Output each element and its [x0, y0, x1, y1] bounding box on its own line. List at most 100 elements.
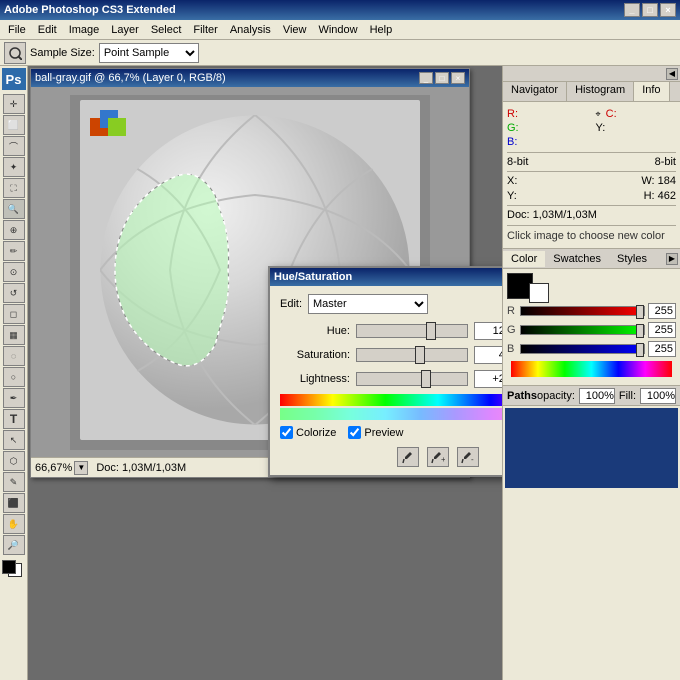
close-button[interactable]: ×	[660, 3, 676, 17]
maximize-button[interactable]: □	[642, 3, 658, 17]
eyedropper-icon[interactable]	[397, 447, 419, 467]
hue-slider-thumb[interactable]	[426, 322, 436, 340]
b-slider-thumb[interactable]	[636, 343, 644, 357]
tool-dodge[interactable]: ○	[3, 367, 25, 387]
fg-color-swatch[interactable]	[2, 560, 16, 574]
menu-image[interactable]: Image	[63, 22, 106, 38]
tool-3d[interactable]: ⬛	[3, 493, 25, 513]
minimize-button[interactable]: _	[624, 3, 640, 17]
preview-checkbox[interactable]	[348, 426, 361, 439]
menu-select[interactable]: Select	[145, 22, 188, 38]
tool-hand[interactable]: ✋	[3, 514, 25, 534]
fg-bg-colors[interactable]	[2, 560, 26, 582]
tool-crop[interactable]: ⛶	[3, 178, 25, 198]
r-slider-thumb[interactable]	[636, 305, 644, 319]
hue-edit-select[interactable]: Master	[308, 294, 428, 314]
tool-spot-heal[interactable]: ⊕	[3, 220, 25, 240]
menu-view[interactable]: View	[277, 22, 313, 38]
tool-brush[interactable]: ✏	[3, 241, 25, 261]
tool-pen[interactable]: ✒	[3, 388, 25, 408]
tool-gradient[interactable]: ▦	[3, 325, 25, 345]
tool-type[interactable]: T	[3, 409, 25, 429]
menu-edit[interactable]: Edit	[32, 22, 63, 38]
b-slider-track[interactable]	[520, 344, 645, 354]
g-slider-track[interactable]	[520, 325, 645, 335]
tool-notes[interactable]: ✎	[3, 472, 25, 492]
bg-color-box[interactable]	[529, 283, 549, 303]
colorize-checkbox[interactable]	[280, 426, 293, 439]
tool-eyedropper[interactable]: 🔍	[3, 199, 25, 219]
w-value: 184	[658, 175, 676, 187]
menu-analysis[interactable]: Analysis	[224, 22, 277, 38]
r-slider-input[interactable]	[648, 303, 676, 319]
menu-file[interactable]: File	[2, 22, 32, 38]
b-slider-input[interactable]	[648, 341, 676, 357]
tool-picker-icon[interactable]	[4, 42, 26, 64]
r-slider-row: R	[507, 303, 676, 319]
info-divider-4	[507, 225, 676, 226]
sample-size-select[interactable]: Point Sample	[99, 43, 199, 63]
bit-depth-left: 8-bit	[507, 156, 528, 168]
r-slider-track[interactable]	[520, 306, 645, 316]
hue-label: Hue:	[280, 325, 350, 337]
tab-color[interactable]: Color	[503, 251, 545, 267]
color-tab-bar: Color Swatches Styles ▶	[503, 249, 680, 269]
menu-layer[interactable]: Layer	[105, 22, 145, 38]
hue-dialog-body: Edit: Master Hue:	[270, 286, 502, 475]
hue-saturation-dialog: Hue/Saturation × Edit: Master Hue:	[268, 266, 502, 477]
tool-eraser[interactable]: ◻	[3, 304, 25, 324]
zoom-arrow[interactable]: ▼	[74, 461, 88, 475]
doc-maximize[interactable]: □	[435, 72, 449, 84]
tool-path-select[interactable]: ↖	[3, 430, 25, 450]
g-slider-input[interactable]	[648, 322, 676, 338]
r-label: R:	[507, 108, 518, 120]
lightness-slider-thumb[interactable]	[421, 370, 431, 388]
saturation-slider-thumb[interactable]	[415, 346, 425, 364]
lightness-value-input[interactable]	[474, 370, 502, 388]
eyedropper-plus-icon[interactable]: +	[427, 447, 449, 467]
eyedropper-minus-icon[interactable]: -	[457, 447, 479, 467]
tool-move[interactable]: ✛	[3, 94, 25, 114]
tool-history-brush[interactable]: ↺	[3, 283, 25, 303]
hue-value-input[interactable]	[474, 322, 502, 340]
tool-magic-wand[interactable]: ✦	[3, 157, 25, 177]
sample-size-label: Sample Size:	[30, 47, 95, 59]
tab-navigator[interactable]: Navigator	[503, 82, 567, 101]
tool-zoom[interactable]: 🔎	[3, 535, 25, 555]
menu-bar: File Edit Image Layer Select Filter Anal…	[0, 20, 680, 40]
c-label: C:	[606, 108, 617, 120]
lightness-slider-track[interactable]	[356, 372, 468, 386]
menu-window[interactable]: Window	[312, 22, 363, 38]
app-title: Adobe Photoshop CS3 Extended	[4, 4, 176, 16]
opacity-input[interactable]	[579, 388, 615, 404]
saturation-value-input[interactable]	[474, 346, 502, 364]
hue-icons-row: + -	[280, 447, 502, 467]
info-divider-2	[507, 171, 676, 172]
color-panel-menu[interactable]: ▶	[666, 253, 678, 265]
toolbox: Ps ✛ ⬜ ⌒ ✦ ⛶ 🔍 ⊕ ✏ ⊙ ↺ ◻ ▦ ◌ ○ ✒ T ↖ ⬡ ✎…	[0, 66, 28, 680]
paths-tab[interactable]: Paths	[507, 390, 537, 402]
tool-clone[interactable]: ⊙	[3, 262, 25, 282]
tab-swatches[interactable]: Swatches	[545, 251, 609, 267]
tool-shape[interactable]: ⬡	[3, 451, 25, 471]
menu-help[interactable]: Help	[364, 22, 399, 38]
fill-input[interactable]	[640, 388, 676, 404]
menu-filter[interactable]: Filter	[187, 22, 223, 38]
tab-histogram[interactable]: Histogram	[567, 82, 634, 101]
color-panel-controls: ▶	[666, 253, 680, 265]
saturation-label: Saturation:	[280, 349, 350, 361]
saturation-slider-row: Saturation:	[280, 346, 502, 364]
g-slider-thumb[interactable]	[636, 324, 644, 338]
panels-expand-btn[interactable]: ◀	[666, 68, 678, 80]
doc-close[interactable]: ×	[451, 72, 465, 84]
tab-styles[interactable]: Styles	[609, 251, 655, 267]
doc-minimize[interactable]: _	[419, 72, 433, 84]
tool-blur[interactable]: ◌	[3, 346, 25, 366]
saturation-slider-track[interactable]	[356, 348, 468, 362]
tool-select-rect[interactable]: ⬜	[3, 115, 25, 135]
hue-slider-track[interactable]	[356, 324, 468, 338]
tab-info[interactable]: Info	[634, 82, 669, 101]
color-gradient-bar[interactable]	[511, 361, 672, 377]
tool-lasso[interactable]: ⌒	[3, 136, 25, 156]
info-g-row: G:	[507, 122, 588, 134]
